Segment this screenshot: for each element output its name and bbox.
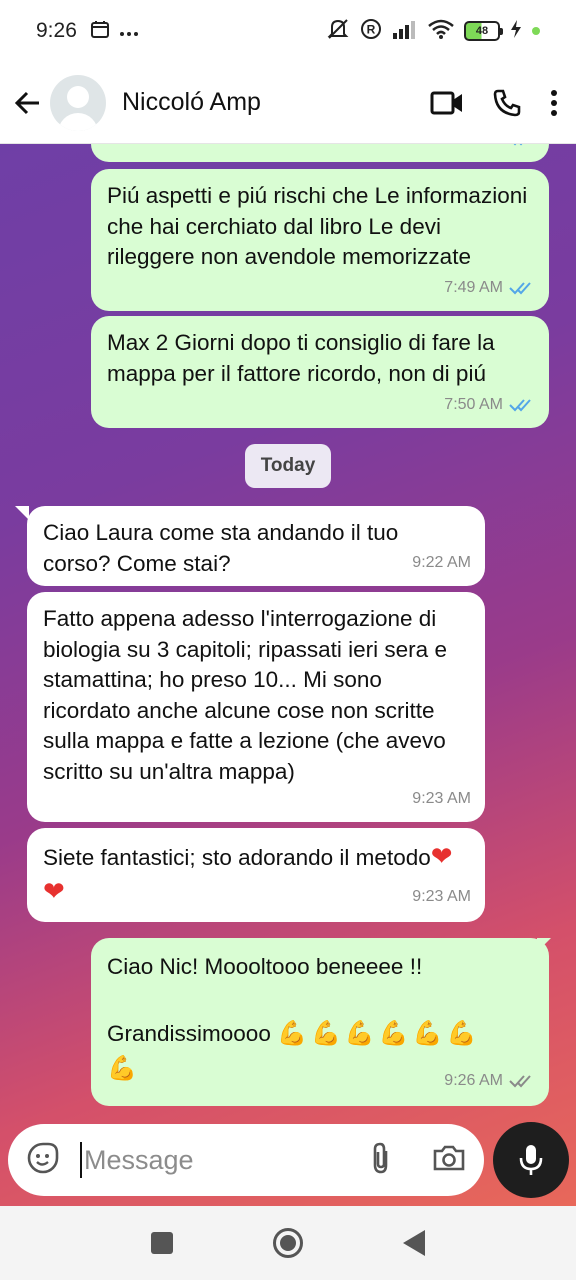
message-bubble-incoming[interactable]: Fatto appena adesso l'interrogazione di …	[27, 592, 485, 822]
back-arrow-icon[interactable]	[14, 90, 40, 116]
message-text: Fatto appena adesso l'interrogazione di …	[43, 606, 447, 784]
message-bubble-incoming[interactable]: Ciao Laura come sta andando il tuo corso…	[27, 506, 485, 586]
message-input[interactable]	[84, 1144, 344, 1176]
mute-icon	[326, 18, 350, 45]
home-button[interactable]	[273, 1228, 303, 1258]
message-composer	[8, 1124, 484, 1196]
more-dots-icon	[119, 21, 139, 42]
menu-dots-icon[interactable]	[550, 89, 558, 117]
charge-indicator-dot	[532, 27, 540, 35]
read-ticks-icon	[509, 144, 535, 146]
message-time: 7:49 AM	[444, 144, 503, 154]
message-bubble-incoming[interactable]: Siete fantastici; sto adorando il metodo…	[27, 828, 485, 922]
message-time: 9:26 AM	[444, 1072, 503, 1089]
message-time: 7:49 AM	[444, 278, 503, 296]
message-text: Max 2 Giorni dopo ti consiglio di fare l…	[107, 330, 495, 386]
date-separator: Today	[245, 444, 331, 488]
sticker-icon[interactable]	[26, 1141, 60, 1180]
camera-icon[interactable]	[432, 1144, 466, 1177]
signal-icon	[392, 19, 418, 44]
read-ticks-icon	[509, 398, 535, 412]
svg-text:R: R	[367, 22, 376, 36]
attach-icon[interactable]	[370, 1141, 392, 1180]
message-bubble-outgoing[interactable]: Piú aspetti e piú rischi che Le informaz…	[91, 169, 549, 311]
registered-icon: R	[360, 18, 382, 45]
wifi-icon	[428, 19, 454, 44]
message-time: 9:23 AM	[412, 888, 471, 905]
message-text: Grandissimoooo	[107, 1021, 271, 1046]
message-bubble-outgoing[interactable]: Max 2 Giorni dopo ti consiglio di fare l…	[91, 316, 549, 428]
status-time: 9:26	[36, 19, 77, 42]
message-bubble-outgoing[interactable]: Ciao Nic! Moooltooo beneeee !! Grandissi…	[91, 938, 549, 1106]
message-text: Ciao Laura come sta andando il tuo corso…	[43, 520, 399, 576]
battery-icon: 48	[464, 21, 503, 41]
delivered-ticks-icon	[509, 1074, 535, 1088]
message-text: Siete fantastici; sto adorando il metodo	[43, 845, 431, 870]
message-bubble-outgoing[interactable]: benissimo 7:49 AM	[91, 144, 549, 162]
chat-area[interactable]: benissimo 7:49 AM Piú aspetti e piú risc…	[0, 144, 576, 1206]
text-cursor	[80, 1142, 82, 1178]
message-time: 9:22 AM	[412, 553, 471, 571]
message-text: Piú aspetti e piú rischi che Le informaz…	[107, 183, 528, 269]
mic-icon[interactable]	[493, 1122, 569, 1198]
calendar-icon	[90, 20, 109, 43]
message-time: 9:23 AM	[412, 789, 471, 807]
recents-button[interactable]	[151, 1232, 173, 1254]
avatar[interactable]	[50, 74, 106, 131]
read-ticks-icon	[509, 281, 535, 295]
chat-header: Niccoló Amp	[0, 62, 576, 144]
message-text: Ciao Nic! Moooltooo beneeee !!	[107, 954, 423, 979]
message-time: 7:50 AM	[444, 395, 503, 413]
back-button[interactable]	[403, 1230, 425, 1256]
status-bar: 9:26 R 48	[0, 0, 576, 62]
video-call-icon[interactable]	[430, 90, 464, 116]
charging-icon	[510, 19, 522, 43]
contact-name[interactable]: Niccoló Amp	[122, 88, 430, 117]
system-nav-bar	[0, 1206, 576, 1280]
phone-call-icon[interactable]	[492, 88, 522, 118]
